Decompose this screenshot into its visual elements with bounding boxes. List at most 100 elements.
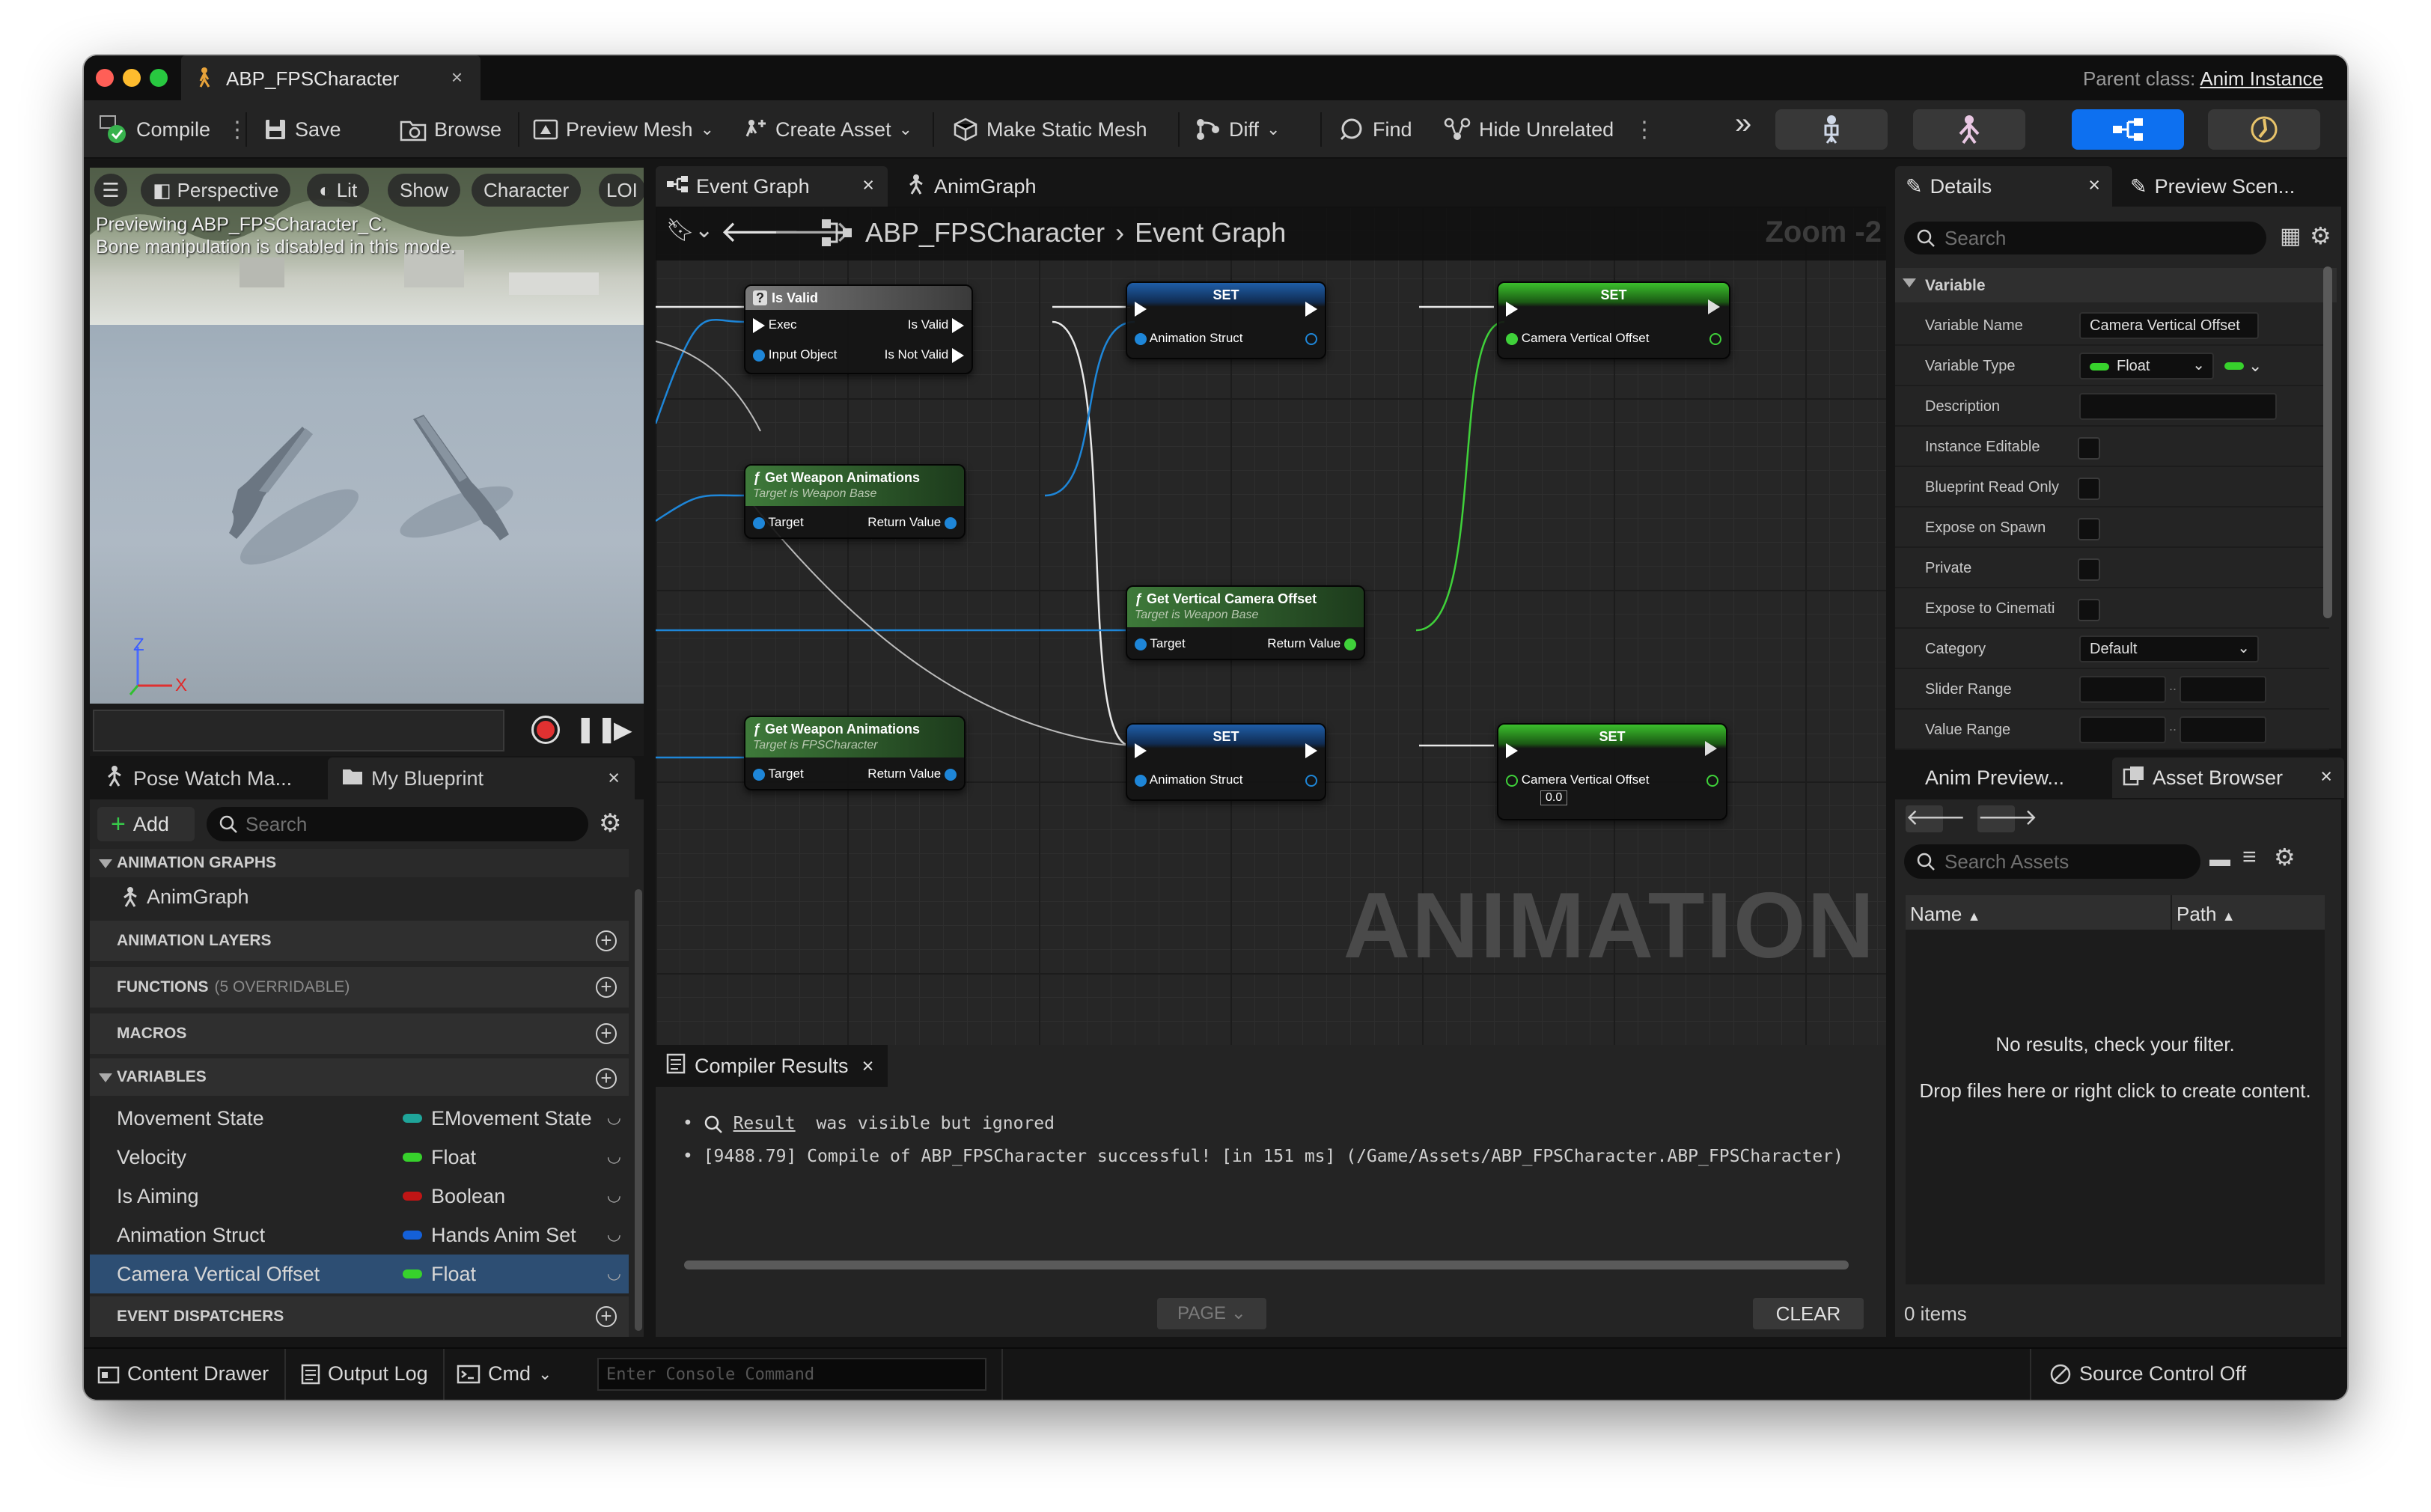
blueprint-mode-button[interactable] xyxy=(2072,109,2184,150)
variable-name-field[interactable]: Camera Vertical Offset xyxy=(2079,312,2259,339)
pin-output[interactable] xyxy=(1706,772,1718,787)
tab-anim-preview[interactable]: Anim Preview... xyxy=(1915,757,2109,798)
node-set-camera-vertical-offset[interactable]: SET Camera Vertical Offset xyxy=(1497,281,1730,359)
pin-exec-in[interactable] xyxy=(1135,301,1147,317)
add-variable-icon[interactable]: + xyxy=(596,1068,617,1089)
skeleton-mode-button[interactable] xyxy=(1775,109,1888,150)
node-set-animation-struct[interactable]: SET Animation Struct xyxy=(1126,281,1326,359)
section-macros[interactable]: MACROS + xyxy=(90,1013,629,1054)
private-checkbox[interactable] xyxy=(2078,558,2100,581)
details-search-input[interactable]: Search xyxy=(1904,222,2266,254)
preview-mesh-button[interactable]: Preview Mesh ⌄ xyxy=(533,115,714,144)
container-type-dropdown[interactable]: ⌄ xyxy=(2224,355,2269,377)
minimize-window-button[interactable] xyxy=(123,69,141,87)
record-icon[interactable] xyxy=(531,716,560,744)
section-functions[interactable]: FUNCTIONS (5 OVERRIDABLE) + xyxy=(90,967,629,1008)
pin-exec-in[interactable] xyxy=(1506,743,1518,758)
source-control-button[interactable]: Source Control Off xyxy=(2049,1362,2246,1386)
variable-type-dropdown[interactable]: Float ⌄ xyxy=(2079,353,2214,379)
back-arrow-icon[interactable]: 🡐 xyxy=(1906,805,1965,832)
table-view-icon[interactable]: ▦ xyxy=(2280,223,2301,249)
add-macro-icon[interactable]: + xyxy=(596,1023,617,1044)
node-is-valid[interactable]: ? Is Valid Exec Is Valid Input Object Is … xyxy=(744,284,973,374)
tab-my-blueprint[interactable]: My Blueprint × xyxy=(328,757,635,799)
pause-icon[interactable]: ❚❚ xyxy=(575,714,617,744)
instance-editable-checkbox[interactable] xyxy=(2078,437,2100,460)
pin-exec-in[interactable]: Exec xyxy=(753,317,797,333)
tab-details[interactable]: ✎ Details × xyxy=(1895,166,2112,207)
browse-button[interactable]: Browse xyxy=(400,115,501,144)
slider-range-max-field[interactable] xyxy=(2180,676,2266,703)
output-log-button[interactable]: Output Log xyxy=(301,1362,428,1386)
pin-is-valid-out[interactable]: Is Valid xyxy=(908,317,964,333)
pin-target[interactable]: Target xyxy=(753,515,804,530)
document-tab[interactable]: ABP_FPSCharacter × xyxy=(181,55,481,100)
expand-toolbar-icon[interactable]: » xyxy=(1735,107,1751,140)
visibility-eye-icon[interactable]: ◡ xyxy=(607,1225,621,1244)
visibility-eye-icon[interactable]: ◡ xyxy=(607,1186,621,1205)
pin-target[interactable]: Target xyxy=(753,766,804,781)
pin-exec-in[interactable] xyxy=(1506,301,1518,317)
save-button[interactable]: Save xyxy=(263,115,341,144)
folder-icon[interactable]: ▬ xyxy=(2209,847,2230,871)
section-event-dispatchers[interactable]: EVENT DISPATCHERS + xyxy=(90,1296,629,1337)
add-button[interactable]: + Add xyxy=(97,807,195,841)
tab-asset-browser[interactable]: Asset Browser × xyxy=(2112,757,2344,798)
pin-exec-out[interactable] xyxy=(1305,301,1317,317)
value-range-min-field[interactable] xyxy=(2079,716,2166,743)
close-tab-icon[interactable]: × xyxy=(862,174,874,197)
page-dropdown[interactable]: PAGE ⌄ xyxy=(1157,1298,1266,1329)
add-animation-layer-icon[interactable]: + xyxy=(596,930,617,951)
pin-return-value[interactable]: Return Value xyxy=(1267,636,1356,651)
hide-unrelated-button[interactable]: Hide Unrelated xyxy=(1443,115,1614,144)
pin-return-value[interactable]: Return Value xyxy=(867,766,957,781)
pin-output[interactable] xyxy=(1709,331,1721,346)
variable-row[interactable]: Is Aiming Boolean ◡ xyxy=(90,1177,629,1216)
lit-button[interactable]: ◐ Lit xyxy=(307,174,370,207)
settings-gear-icon[interactable]: ⚙ xyxy=(599,808,621,838)
node-get-vertical-camera-offset[interactable]: ƒ Get Vertical Camera Offset Target is We… xyxy=(1126,585,1365,660)
compile-button[interactable]: Compile xyxy=(99,115,210,144)
clear-button[interactable]: CLEAR xyxy=(1753,1298,1864,1329)
diff-button[interactable]: Diff ⌄ xyxy=(1195,115,1280,144)
pin-return-value[interactable]: Return Value xyxy=(867,515,957,530)
settings-gear-icon[interactable]: ⚙ xyxy=(2310,222,2331,250)
tab-compiler-results[interactable]: Compiler Results × xyxy=(656,1045,888,1087)
settings-gear-icon[interactable]: ⚙ xyxy=(2274,843,2296,871)
close-tab-icon[interactable]: × xyxy=(451,66,463,89)
category-variable[interactable]: Variable xyxy=(1895,268,2337,302)
pin-exec-out[interactable] xyxy=(1705,741,1717,760)
close-tab-icon[interactable]: × xyxy=(2320,765,2332,788)
forward-arrow-icon[interactable]: 🡒 xyxy=(1977,805,2037,832)
lod-button[interactable]: LOI xyxy=(599,174,644,207)
pin-exec-in[interactable] xyxy=(1135,743,1147,758)
create-asset-button[interactable]: Create Asset ⌄ xyxy=(742,115,912,144)
timeline-scrubber[interactable] xyxy=(93,710,504,752)
character-button[interactable]: Character xyxy=(472,174,582,207)
pin-exec-out[interactable] xyxy=(1708,299,1720,318)
section-animation-layers[interactable]: ANIMATION LAYERS + xyxy=(90,921,629,961)
make-static-mesh-button[interactable]: Make Static Mesh xyxy=(952,115,1147,144)
tab-pose-watch[interactable]: Pose Watch Ma... xyxy=(90,757,322,799)
add-event-dispatcher-icon[interactable]: + xyxy=(596,1306,617,1327)
pin-animation-struct[interactable]: Animation Struct xyxy=(1135,331,1243,346)
node-get-weapon-animations[interactable]: ƒ Get Weapon Animations Target is Weapon … xyxy=(744,464,966,539)
pin-camera-vertical-offset[interactable]: Camera Vertical Offset xyxy=(1506,331,1649,346)
console-command-input[interactable]: Enter Console Command xyxy=(597,1358,986,1391)
pin-input-object[interactable]: Input Object xyxy=(753,347,837,362)
visibility-eye-icon[interactable]: ◡ xyxy=(607,1147,621,1166)
column-name-header[interactable]: Name ▲ xyxy=(1910,903,1980,926)
close-tab-icon[interactable]: × xyxy=(862,1055,874,1078)
default-value-field[interactable]: 0.0 xyxy=(1540,790,1568,805)
my-blueprint-scrollbar[interactable] xyxy=(635,889,642,1331)
close-window-button[interactable] xyxy=(96,69,114,87)
pin-animation-struct[interactable]: Animation Struct xyxy=(1135,772,1243,787)
parent-class-link[interactable]: Anim Instance xyxy=(2200,67,2323,90)
visibility-eye-icon[interactable]: ◡ xyxy=(607,1263,621,1283)
viewport-scene[interactable]: ☰ ◧ Perspective ◐ Lit Show Character LOI P… xyxy=(90,168,644,704)
preview-viewport[interactable]: ☰ ◧ Perspective ◐ Lit Show Character LOI P… xyxy=(90,168,644,756)
variable-row-selected[interactable]: Camera Vertical Offset Float ◡ xyxy=(90,1255,629,1293)
result-link[interactable]: Result xyxy=(733,1114,796,1133)
pin-camera-vertical-offset[interactable]: Camera Vertical Offset xyxy=(1506,772,1649,787)
blueprint-read-only-checkbox[interactable] xyxy=(2078,478,2100,500)
